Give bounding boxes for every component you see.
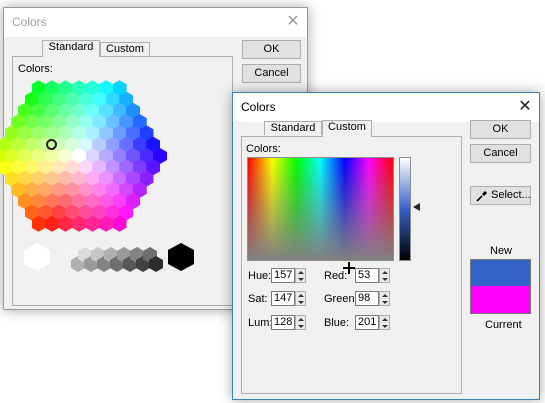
hue-label: Hue: [248,270,272,282]
sat-spinner[interactable] [295,291,306,306]
color-spectrum[interactable] [247,157,394,274]
select-label: Select... [491,189,531,201]
title-bar: Colors ✕ [233,93,539,122]
colors-label: Colors: [246,143,281,155]
title-bar: Colors ✕ [4,8,307,37]
blue-input[interactable]: 201 [355,315,379,330]
green-spinner[interactable] [379,291,390,306]
black-cell[interactable] [168,243,194,271]
greyscale-row[interactable] [13,57,234,307]
dialog-title: Colors [12,15,47,29]
hue-input[interactable]: 157 [271,268,295,283]
tab-custom[interactable]: Custom [322,120,372,137]
new-color-swatch [470,259,531,287]
lum-input[interactable]: 128 [271,315,295,330]
eyedropper-icon [476,191,487,202]
tab-standard[interactable]: Standard [42,40,100,57]
ok-button[interactable]: OK [470,120,531,139]
lum-label: Lum: [248,317,273,329]
white-cell[interactable] [24,243,50,271]
green-label: Green: [324,293,358,305]
dialog-title: Colors [241,100,276,114]
blue-spinner[interactable] [379,315,390,330]
close-icon[interactable]: ✕ [513,97,537,117]
standard-pane: Colors: [0,56,234,307]
close-icon[interactable]: ✕ [281,12,305,32]
select-eyedropper-button[interactable]: Select... [470,186,531,205]
current-color-swatch [470,286,531,314]
blue-label: Blue: [324,317,350,329]
lum-spinner[interactable] [295,315,306,330]
tab-standard[interactable]: Standard [264,121,322,135]
sat-label: Sat: [248,293,268,305]
current-label: Current [485,319,522,331]
hue-spinner[interactable] [295,268,306,283]
cancel-button[interactable]: Cancel [470,144,531,163]
ok-button[interactable]: OK [242,40,301,59]
custom-pane: Colors: Hue: 157 Sat: 147 Lum: 128 Red: … [241,136,462,394]
sat-input[interactable]: 147 [271,291,295,306]
colors-dialog-custom: Colors ✕ Standard Custom Colors: Hue: 15… [232,92,540,400]
red-label: Red: [324,270,348,282]
cancel-button[interactable]: Cancel [242,64,301,83]
red-input[interactable]: 53 [355,268,379,283]
luminosity-slider[interactable] [399,157,411,261]
red-spinner[interactable] [379,268,390,283]
luminosity-pointer-icon[interactable] [413,203,420,211]
tab-custom[interactable]: Custom [100,42,150,56]
green-input[interactable]: 98 [355,291,379,306]
new-label: New [490,245,513,257]
